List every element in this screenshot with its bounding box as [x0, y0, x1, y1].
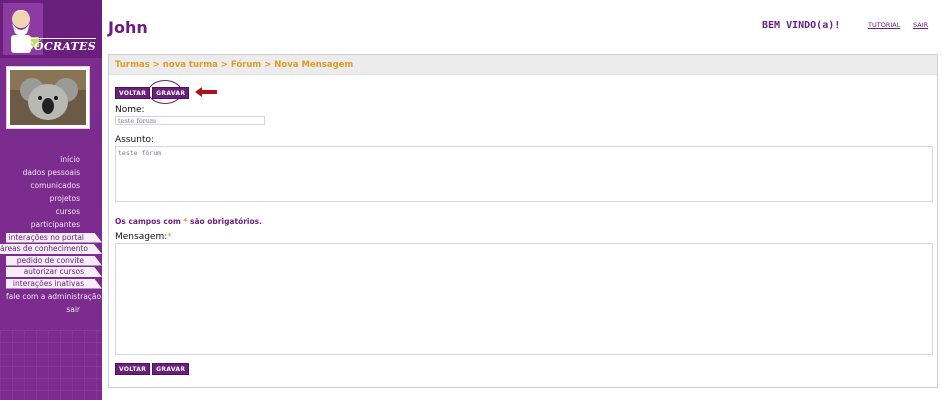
sidebar-item-participantes[interactable]: participantes	[0, 218, 102, 231]
required-note-suffix: são obrigatórios.	[189, 217, 262, 226]
back-button-bottom[interactable]: VOLTAR	[115, 363, 151, 375]
subject-field[interactable]: teste fórum	[115, 146, 933, 202]
breadcrumb: Turmas > nova turma > Fórum > Nova Mensa…	[109, 55, 937, 75]
welcome-text: BEM VINDO(a)!	[762, 20, 841, 31]
logout-link[interactable]: SAIR	[913, 21, 928, 29]
sidebar-item-pedido-convite[interactable]: pedido de convite	[6, 255, 102, 266]
required-note-prefix: Os campos com	[115, 217, 181, 226]
sidebar-item-interacoes-portal[interactable]: interações no portal	[6, 232, 102, 243]
content-panel: Turmas > nova turma > Fórum > Nova Mensa…	[108, 54, 938, 388]
sidebar-item-fale-administracao[interactable]: fale com a administração	[0, 290, 102, 303]
name-field[interactable]: teste fórum	[115, 116, 265, 125]
message-field[interactable]	[115, 243, 933, 355]
sidebar-item-cursos[interactable]: cursos	[0, 205, 102, 218]
sidebar-item-interacoes-inativas[interactable]: interações inativas	[6, 278, 102, 289]
sidebar-nav: início dados pessoais comunicados projet…	[0, 153, 102, 316]
subject-label: Assunto:	[115, 135, 155, 145]
sidebar-item-areas-conhecimento[interactable]: áreas de conhecimento	[0, 244, 102, 254]
bottom-button-row: VOLTAR GRAVAR	[115, 363, 190, 375]
tutorial-link[interactable]: TUTORIAL	[868, 21, 900, 29]
sidebar-item-comunicados[interactable]: comunicados	[0, 179, 102, 192]
name-label: Nome:	[115, 105, 145, 115]
sidebar-pattern	[0, 330, 102, 400]
brand-name: SÓCRATES	[25, 38, 96, 53]
arrow-left-icon	[195, 87, 217, 97]
sidebar-item-dados-pessoais[interactable]: dados pessoais	[0, 166, 102, 179]
page-title: John	[108, 18, 148, 37]
sidebar-item-sair[interactable]: sair	[0, 303, 102, 316]
save-button[interactable]: GRAVAR	[152, 87, 190, 99]
profile-photo-frame	[6, 66, 90, 129]
message-label: Mensagem:	[115, 232, 168, 242]
top-button-row: VOLTAR GRAVAR	[115, 87, 190, 99]
sidebar-item-autorizar-cursos[interactable]: autorizar cursos	[6, 267, 102, 277]
required-fields-note: Os campos com * são obrigatórios.	[115, 217, 262, 226]
sidebar-item-projetos[interactable]: projetos	[0, 192, 102, 205]
message-required-star: *	[167, 232, 172, 242]
logo[interactable]: SÓCRATES	[0, 0, 102, 58]
back-button[interactable]: VOLTAR	[115, 87, 151, 99]
sidebar-item-inicio[interactable]: início	[0, 153, 102, 166]
required-star: *	[183, 217, 188, 226]
profile-photo	[10, 70, 86, 125]
save-button-bottom[interactable]: GRAVAR	[152, 363, 190, 375]
sidebar: SÓCRATES início dados pessoais comunicad…	[0, 0, 102, 400]
message-label-wrap: Mensagem:*	[115, 232, 172, 242]
